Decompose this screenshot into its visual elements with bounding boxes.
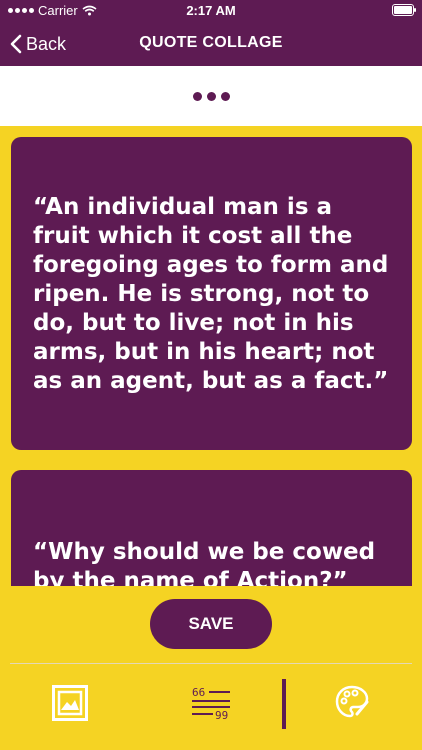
more-options-icon[interactable] bbox=[187, 86, 236, 107]
svg-text:99: 99 bbox=[215, 709, 228, 720]
image-icon[interactable] bbox=[52, 685, 88, 721]
page-title: QUOTE COLLAGE bbox=[139, 34, 283, 51]
quote-card[interactable]: “Why should we be cowed by the name of A… bbox=[11, 470, 412, 586]
battery-icon bbox=[392, 4, 416, 16]
quote-card[interactable]: “An individual man is a fruit which it c… bbox=[11, 137, 412, 450]
toolbar-divider bbox=[10, 663, 412, 664]
status-bar: Carrier 2:17 AM bbox=[0, 0, 422, 22]
save-button[interactable]: SAVE bbox=[150, 599, 272, 649]
status-time: 2:17 AM bbox=[186, 3, 236, 18]
quote-text: “Why should we be cowed by the name of A… bbox=[33, 539, 376, 586]
more-bar bbox=[0, 66, 422, 126]
quote-list[interactable]: “An individual man is a fruit which it c… bbox=[0, 126, 422, 586]
palette-icon[interactable] bbox=[334, 684, 370, 720]
toolbar-separator bbox=[282, 679, 286, 729]
svg-text:66: 66 bbox=[192, 686, 205, 699]
quote-text: “An individual man is a fruit which it c… bbox=[33, 194, 389, 394]
quote-style-icon[interactable]: 66 99 bbox=[191, 686, 231, 722]
status-right bbox=[392, 4, 416, 16]
navigation-bar: Back QUOTE COLLAGE bbox=[0, 22, 422, 66]
